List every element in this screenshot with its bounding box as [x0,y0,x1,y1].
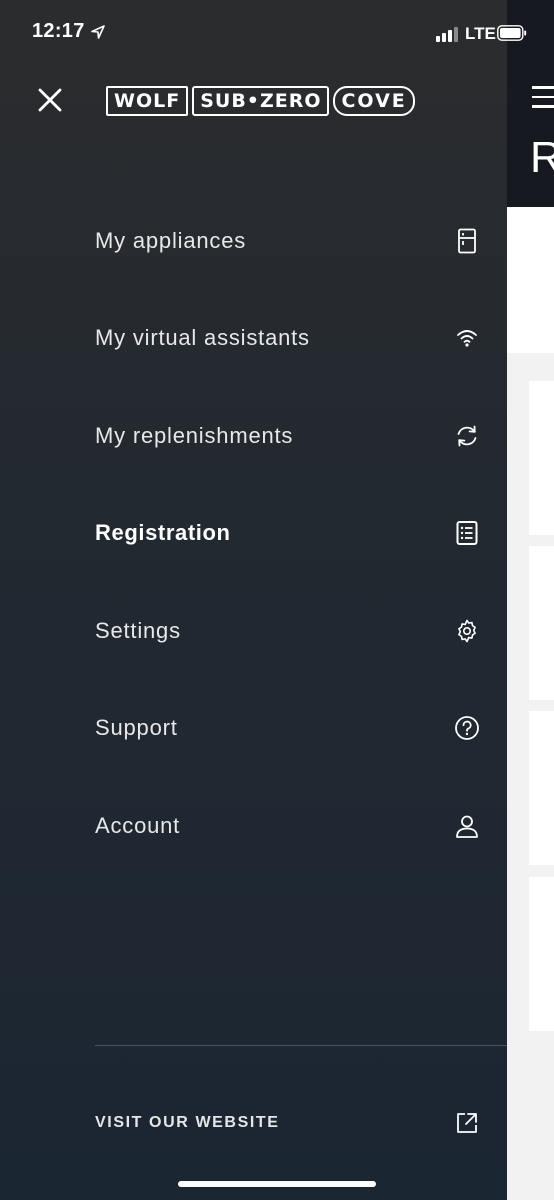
background-card[interactable] [529,877,554,1031]
background-card[interactable] [529,711,554,865]
menu-item-label: My virtual assistants [95,325,310,351]
menu-item-label: My appliances [95,227,247,253]
wolf-logo: WOLF [106,86,189,116]
visit-website-label: VISIT OUR WEBSITE [95,1114,280,1131]
signal-strength-icon [436,26,460,42]
close-button[interactable] [34,84,66,116]
menu-item-label: My replenishments [95,422,294,448]
menu-item-support[interactable]: Support [0,680,507,778]
cove-logo: COVE [333,86,415,116]
home-indicator[interactable] [178,1181,376,1187]
menu-item-label: Account [95,812,181,838]
background-page-title: R [530,133,554,182]
close-icon [38,88,62,112]
network-type: LTE [465,24,496,43]
menu-item-my-virtual-assistants[interactable]: My virtual assistants [0,290,507,388]
refresh-icon [457,425,477,447]
status-time: 12:17 [32,20,85,42]
menu-item-account[interactable]: Account [0,777,507,875]
menu-item-label: Support [95,715,178,741]
menu-item-settings[interactable]: Settings [0,582,507,680]
hamburger-menu-icon[interactable] [532,86,554,110]
subzero-logo: SUB•ZERO [192,86,330,116]
drawer-menu: My appliances My virtual assistants My r… [0,192,507,875]
gear-icon [458,619,476,643]
background-panel [507,207,554,353]
battery-icon [497,25,527,41]
document-list-icon [456,521,478,546]
menu-item-label: Registration [95,520,231,546]
fridge-icon [458,228,476,254]
help-icon [455,716,479,741]
background-card[interactable] [529,381,554,535]
background-card[interactable] [529,546,554,700]
menu-item-my-replenishments[interactable]: My replenishments [0,387,507,485]
menu-item-registration[interactable]: Registration [0,485,507,583]
menu-item-label: Settings [95,617,181,643]
status-bar: 12:17 LTE [0,0,554,68]
visit-website-link[interactable]: VISIT OUR WEBSITE [0,1095,507,1151]
navigation-drawer: WOLF SUB•ZERO COVE My appliances My virt… [0,0,507,1200]
external-link-icon [457,1113,477,1133]
brand-logos: WOLF SUB•ZERO COVE [106,86,415,116]
location-arrow-icon [91,25,105,39]
user-icon [456,815,478,838]
footer-divider [95,1045,507,1046]
wifi-icon [457,330,477,347]
menu-item-my-appliances[interactable]: My appliances [0,192,507,290]
